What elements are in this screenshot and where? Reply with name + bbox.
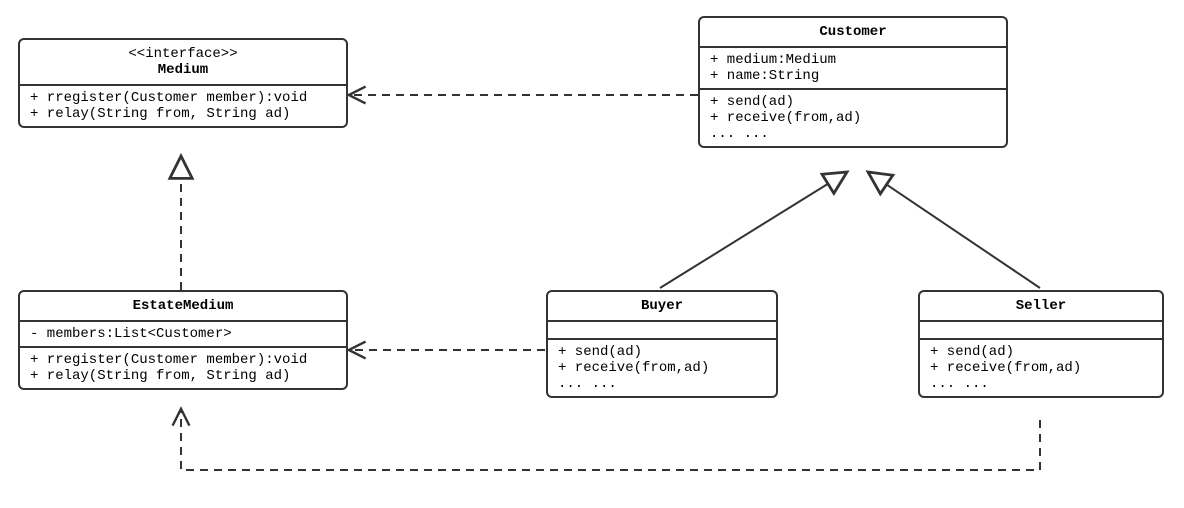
operation: + rregister(Customer member):void [30, 352, 336, 368]
operation: ... ... [930, 376, 1152, 392]
operation: ... ... [558, 376, 766, 392]
operation: + receive(from,ad) [558, 360, 766, 376]
class-buyer: Buyer + send(ad) + receive(from,ad) ... … [546, 290, 778, 398]
class-seller: Seller + send(ad) + receive(from,ad) ...… [918, 290, 1164, 398]
stereotype-label: <<interface>> [30, 46, 336, 62]
attribute: + name:String [710, 68, 996, 84]
attribute: - members:List<Customer> [30, 326, 336, 342]
operation: + relay(String from, String ad) [30, 106, 336, 122]
empty-attributes [920, 320, 1162, 338]
uml-canvas: <<interface>> Medium + rregister(Custome… [0, 0, 1184, 508]
edge-seller-to-customer [868, 172, 1040, 288]
attribute: + medium:Medium [710, 52, 996, 68]
class-title: Buyer [558, 298, 766, 314]
operation: ... ... [710, 126, 996, 142]
operation: + rregister(Customer member):void [30, 90, 336, 106]
operation: + receive(from,ad) [930, 360, 1152, 376]
class-title: Medium [30, 62, 336, 78]
class-title: Seller [930, 298, 1152, 314]
class-title: Customer [710, 24, 996, 40]
operation: + relay(String from, String ad) [30, 368, 336, 384]
class-title: EstateMedium [30, 298, 336, 314]
operation: + send(ad) [930, 344, 1152, 360]
class-estatemedium: EstateMedium - members:List<Customer> + … [18, 290, 348, 390]
class-medium: <<interface>> Medium + rregister(Custome… [18, 38, 348, 128]
empty-attributes [548, 320, 776, 338]
operation: + send(ad) [710, 94, 996, 110]
class-customer: Customer + medium:Medium + name:String +… [698, 16, 1008, 148]
edge-buyer-to-customer [660, 172, 847, 288]
edge-seller-to-estatemedium [181, 410, 1040, 470]
operation: + receive(from,ad) [710, 110, 996, 126]
operation: + send(ad) [558, 344, 766, 360]
